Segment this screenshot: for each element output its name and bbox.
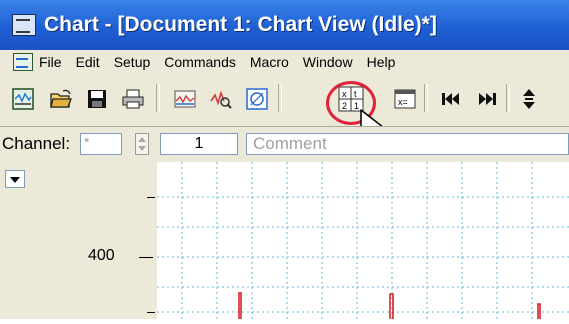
toolbar: xt21 x= [0, 74, 569, 126]
menu-macro[interactable]: Macro [250, 54, 289, 70]
channel-number-field[interactable]: 1 [160, 133, 238, 155]
menu-bar: File Edit Setup Commands Macro Window He… [0, 50, 569, 74]
go-first-icon[interactable] [438, 86, 464, 112]
toolbar-separator [278, 84, 282, 112]
toolbar-separator [156, 84, 160, 112]
channel-spinner[interactable] [135, 133, 149, 155]
document-menu-icon[interactable] [13, 53, 33, 71]
toolbar-separator [506, 84, 510, 112]
comment-field[interactable]: Comment [246, 133, 569, 155]
xy-view-icon[interactable] [244, 86, 270, 112]
chart-view-icon[interactable] [10, 86, 36, 112]
axis-label-400: 400 [88, 247, 115, 264]
menu-commands[interactable]: Commands [164, 54, 236, 70]
axis-tick [139, 257, 153, 258]
print-icon[interactable] [120, 86, 146, 112]
open-folder-icon[interactable] [48, 86, 74, 112]
axis-tick [147, 312, 155, 313]
svg-text:x=: x= [398, 97, 408, 107]
save-disk-icon[interactable] [84, 86, 110, 112]
window-title: Chart - [Document 1: Chart View (Idle)*] [44, 13, 437, 36]
svg-text:x: x [342, 89, 347, 99]
title-bar: Chart - [Document 1: Chart View (Idle)*] [0, 0, 569, 50]
chart-app-icon[interactable] [12, 14, 36, 36]
axis-pane: 400 [0, 162, 158, 319]
go-last-icon[interactable] [474, 86, 500, 112]
axis-tick [147, 197, 155, 198]
menu-help[interactable]: Help [367, 54, 396, 70]
chart-area[interactable] [157, 162, 569, 319]
menu-edit[interactable]: Edit [76, 54, 100, 70]
channel-scroll-icon[interactable] [516, 86, 542, 112]
channel-selector[interactable]: * [80, 133, 122, 155]
menu-setup[interactable]: Setup [114, 54, 151, 70]
toolbar-separator [424, 84, 428, 112]
chart-grid [157, 162, 569, 319]
svg-text:2: 2 [342, 101, 347, 111]
chevron-down-icon[interactable] [5, 170, 25, 188]
channel-bar: Channel: * 1 Comment [0, 126, 569, 163]
menu-file[interactable]: File [39, 54, 62, 70]
zoom-view-icon[interactable] [208, 86, 234, 112]
scope-view-icon[interactable] [172, 86, 198, 112]
menu-window[interactable]: Window [303, 54, 353, 70]
trace-peak [238, 292, 242, 319]
channel-label: Channel: [2, 134, 71, 153]
